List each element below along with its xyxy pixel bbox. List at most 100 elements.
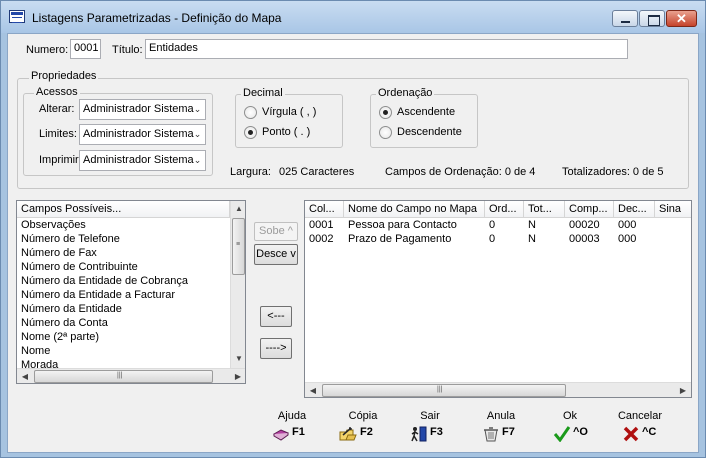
grip-icon: ||| (437, 386, 443, 393)
move-right-button[interactable]: ----> (260, 338, 292, 359)
app-icon (9, 10, 25, 23)
ajuda-button[interactable]: Ajuda F1 (262, 410, 322, 446)
scroll-right-icon[interactable]: ▶ (675, 383, 691, 397)
trash-icon (484, 427, 498, 442)
list-item[interactable]: Número de Fax (21, 247, 97, 259)
scroll-up-icon[interactable]: ▲ (231, 201, 245, 217)
scroll-down-icon[interactable]: ▼ (231, 351, 245, 367)
cancelar-button[interactable]: Cancelar ^C (610, 410, 670, 446)
copy-folder-icon (339, 427, 357, 441)
mapa-table[interactable]: Col... Nome do Campo no Mapa Ord... Tot... C… (304, 200, 692, 398)
campos-hscroll-thumb[interactable]: ||| (34, 370, 213, 383)
scroll-right-icon[interactable]: ▶ (230, 369, 245, 383)
window-title: Listagens Parametrizadas - Definição do … (32, 11, 282, 25)
list-item[interactable]: Nome (21, 345, 50, 357)
limites-value: Administrador Sistema (83, 128, 194, 140)
list-item[interactable]: Número da Entidade a Facturar (21, 289, 175, 301)
limites-select[interactable]: Administrador Sistema ⌄ (79, 124, 206, 145)
table-cell: 00003 (569, 233, 600, 245)
minimize-button[interactable] (612, 10, 638, 27)
largura-value: 025 Caracteres (279, 166, 355, 178)
campos-hscroll[interactable]: ◀ ||| ▶ (17, 368, 245, 383)
descendente-label[interactable]: Descendente (397, 126, 462, 138)
virgula-radio[interactable] (244, 106, 257, 119)
numero-field[interactable]: 0001 (70, 39, 101, 59)
numero-label: Numero: (26, 44, 69, 56)
virgula-label[interactable]: Vírgula ( , ) (262, 106, 316, 118)
sobe-button[interactable]: Sobe ^ (254, 222, 298, 241)
campos-vscroll[interactable]: ▲ ≡ ▼ (230, 201, 245, 368)
alterar-select[interactable]: Administrador Sistema ⌄ (79, 99, 206, 120)
anula-key: F7 (502, 426, 515, 438)
copia-button[interactable]: Cópia F2 (333, 410, 393, 446)
column-header[interactable]: Ord... (485, 201, 524, 218)
ascendente-radio[interactable] (379, 106, 392, 119)
list-item[interactable]: Número de Telefone (21, 233, 120, 245)
table-row[interactable]: 0001 Pessoa para Contacto 0 N 00020 000 (305, 219, 691, 233)
main-window: Listagens Parametrizadas - Definição do … (0, 0, 706, 458)
table-row[interactable]: 0002 Prazo de Pagamento 0 N 00003 000 (305, 233, 691, 247)
column-header[interactable]: Comp... (565, 201, 614, 218)
sair-label: Sair (420, 410, 440, 422)
help-book-icon (272, 429, 290, 441)
ok-label: Ok (562, 410, 578, 422)
client-area: Numero: 0001 Título: Entidades Proprieda… (7, 33, 699, 453)
copia-label: Cópia (348, 410, 378, 422)
chevron-down-icon: ⌄ (193, 155, 202, 165)
ok-button[interactable]: Ok ^O (540, 410, 600, 446)
cancel-x-icon (623, 426, 639, 442)
sair-key: F3 (430, 426, 443, 438)
campos-vscroll-thumb[interactable]: ≡ (232, 218, 245, 275)
close-button[interactable]: ✕ (666, 10, 697, 27)
chevron-down-icon: ⌄ (193, 104, 202, 114)
list-item[interactable]: Nome (2ª parte) (21, 331, 99, 343)
campos-possiveis-list[interactable]: Campos Possíveis... Observações Número de… (16, 200, 246, 384)
imprimir-select[interactable]: Administrador Sistema ⌄ (79, 150, 206, 171)
table-cell: 0 (489, 219, 496, 231)
column-header[interactable]: Tot... (524, 201, 565, 218)
decimal-title: Decimal (241, 87, 285, 99)
move-left-button[interactable]: <--- (260, 306, 292, 327)
list-item[interactable]: Número da Entidade de Cobrança (21, 275, 188, 287)
campos-possiveis-header[interactable]: Campos Possíveis... (17, 201, 230, 218)
column-header[interactable]: Sina (655, 201, 691, 218)
chevron-down-icon: ⌄ (193, 129, 202, 139)
titulo-field[interactable]: Entidades (145, 39, 628, 59)
ponto-label[interactable]: Ponto ( . ) (262, 126, 310, 138)
maximize-button[interactable] (639, 10, 665, 27)
table-cell: 0002 (309, 233, 334, 245)
list-item[interactable]: Número da Entidade (21, 303, 122, 315)
scroll-left-icon[interactable]: ◀ (305, 383, 321, 397)
title-bar[interactable]: Listagens Parametrizadas - Definição do … (1, 1, 705, 33)
ascendente-label[interactable]: Ascendente (397, 106, 455, 118)
descendente-radio[interactable] (379, 126, 392, 139)
decimal-group (235, 94, 343, 148)
list-item[interactable]: Número da Conta (21, 317, 108, 329)
cancelar-key: ^C (642, 426, 657, 438)
table-cell: 000 (618, 233, 637, 245)
scroll-left-icon[interactable]: ◀ (17, 369, 33, 383)
ordenacao-title: Ordenação (376, 87, 435, 99)
column-header[interactable]: Nome do Campo no Mapa (344, 201, 485, 218)
mapa-hscroll-thumb[interactable]: ||| (322, 384, 566, 397)
desce-button[interactable]: Desce v (254, 244, 298, 265)
ponto-radio[interactable] (244, 126, 257, 139)
column-header[interactable]: Dec... (614, 201, 655, 218)
ajuda-label: Ajuda (277, 410, 307, 422)
table-cell: N (528, 233, 536, 245)
alterar-value: Administrador Sistema (83, 103, 194, 115)
anula-button[interactable]: Anula F7 (471, 410, 531, 446)
table-cell: Prazo de Pagamento (348, 233, 452, 245)
column-header[interactable]: Col... (305, 201, 344, 218)
checkmark-icon (553, 426, 571, 442)
sair-button[interactable]: Sair F3 (400, 410, 460, 446)
totalizadores-count: Totalizadores: 0 de 5 (562, 166, 664, 178)
table-cell: 00020 (569, 219, 600, 231)
list-item[interactable]: Número de Contribuinte (21, 261, 138, 273)
mapa-hscroll[interactable]: ◀ ||| ▶ (305, 382, 691, 397)
list-item[interactable]: Observações (21, 219, 86, 231)
copia-key: F2 (360, 426, 373, 438)
table-cell: 000 (618, 219, 637, 231)
limites-label: Limites: (39, 128, 77, 140)
imprimir-value: Administrador Sistema (83, 154, 194, 166)
